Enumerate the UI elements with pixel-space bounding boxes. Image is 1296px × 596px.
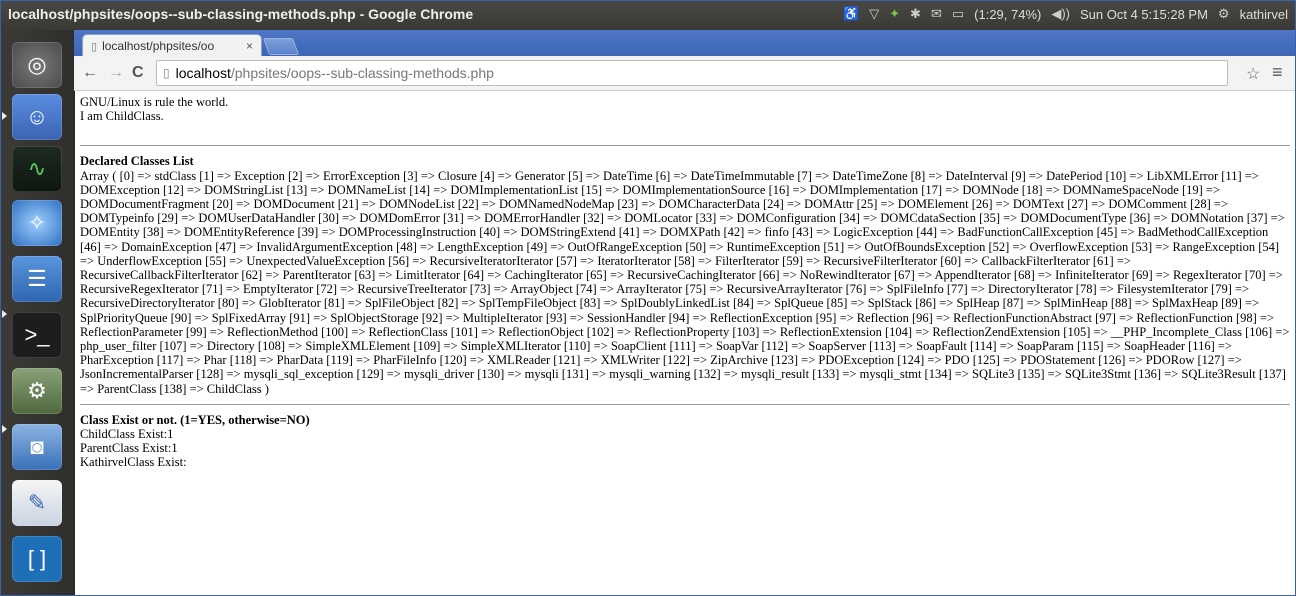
window-title: localhost/phpsites/oops--sub-classing-me… — [8, 6, 474, 22]
browser-toolbar: ← → C ▯ localhost/phpsites/oops--sub-cla… — [74, 56, 1296, 91]
chat-icon[interactable]: ✦ — [889, 6, 900, 22]
url-path: /phpsites/oops--sub-classing-methods.php — [230, 65, 494, 81]
system-monitor-icon[interactable]: ∿ — [12, 146, 62, 192]
mail-icon[interactable]: ✉ — [931, 6, 942, 22]
safari-icon[interactable]: ✧ — [12, 200, 62, 246]
settings-gear-icon[interactable]: ⚙ — [1218, 6, 1230, 22]
back-arrow-icon[interactable]: ← — [82, 64, 98, 82]
scanner-icon[interactable]: ◙ — [12, 424, 62, 470]
forward-arrow-icon[interactable]: → — [108, 64, 124, 82]
divider — [80, 403, 1290, 405]
bookmark-star-icon[interactable]: ☆ — [1246, 64, 1260, 84]
declared-classes-list: Array ( [0] => stdClass [1] => Exception… — [80, 168, 1290, 396]
child-class-exist: ChildClass Exist:1 — [80, 427, 174, 442]
launcher: ◎ ☺ ∿ ✧ ☰ >_ ⚙ ◙ ✎ [ ] — [0, 30, 75, 596]
address-bar[interactable]: ▯ localhost/phpsites/oops--sub-classing-… — [156, 60, 1228, 86]
url-host: localhost — [175, 65, 231, 81]
battery-icon[interactable]: ▭ — [952, 6, 964, 22]
accessibility-icon[interactable]: ♿ — [843, 6, 859, 22]
app-bracket-icon[interactable]: [ ] — [12, 536, 62, 582]
tab-strip: ▯ localhost/phpsites/oo × — [74, 30, 1296, 57]
declared-classes-heading: Declared Classes List — [80, 154, 194, 169]
parent-class-exist: ParentClass Exist:1 — [80, 441, 178, 456]
menu-icon[interactable]: ≡ — [1272, 62, 1283, 83]
new-tab-button[interactable] — [262, 38, 300, 55]
terminal-icon[interactable]: >_ — [12, 312, 62, 358]
running-indicator — [2, 112, 7, 120]
top-panel: localhost/phpsites/oops--sub-classing-me… — [0, 0, 1296, 30]
text-line: I am ChildClass. — [80, 109, 164, 124]
system-settings-icon[interactable]: ⚙ — [12, 368, 62, 414]
tab-close-icon[interactable]: × — [246, 39, 253, 53]
running-indicator — [2, 425, 7, 433]
document-viewer-icon[interactable]: ✎ — [12, 480, 62, 526]
kathirvel-class-exist: KathirvelClass Exist: — [80, 455, 187, 470]
tab-active[interactable]: ▯ localhost/phpsites/oo × — [82, 34, 262, 57]
running-indicator — [2, 310, 7, 318]
page-content: GNU/Linux is rule the world. I am ChildC… — [80, 95, 1290, 593]
username[interactable]: kathirvel — [1240, 7, 1288, 22]
battery-status[interactable]: (1:29, 74%) — [974, 7, 1041, 22]
bluetooth-icon[interactable]: ✱ — [910, 6, 921, 22]
page-icon: ▯ — [91, 40, 98, 53]
class-exist-heading: Class Exist or not. (1=YES, otherwise=NO… — [80, 412, 310, 427]
clock[interactable]: Sun Oct 4 5:15:28 PM — [1080, 7, 1208, 22]
reload-icon[interactable]: C — [132, 64, 144, 82]
text-editor-icon[interactable]: ☰ — [12, 256, 62, 302]
tab-label: localhost/phpsites/oo — [102, 39, 215, 53]
dash-home-icon[interactable]: ◎ — [12, 42, 62, 88]
page-icon: ▯ — [163, 66, 170, 80]
text-line: GNU/Linux is rule the world. — [80, 95, 229, 109]
indicator-area: ♿ ▽ ✦ ✱ ✉ ▭ (1:29, 74%) ◀)) Sun Oct 4 5:… — [843, 6, 1288, 22]
volume-icon[interactable]: ◀)) — [1051, 6, 1070, 22]
finder-icon[interactable]: ☺ — [12, 94, 62, 140]
divider — [80, 145, 1290, 147]
wifi-icon[interactable]: ▽ — [869, 6, 879, 22]
